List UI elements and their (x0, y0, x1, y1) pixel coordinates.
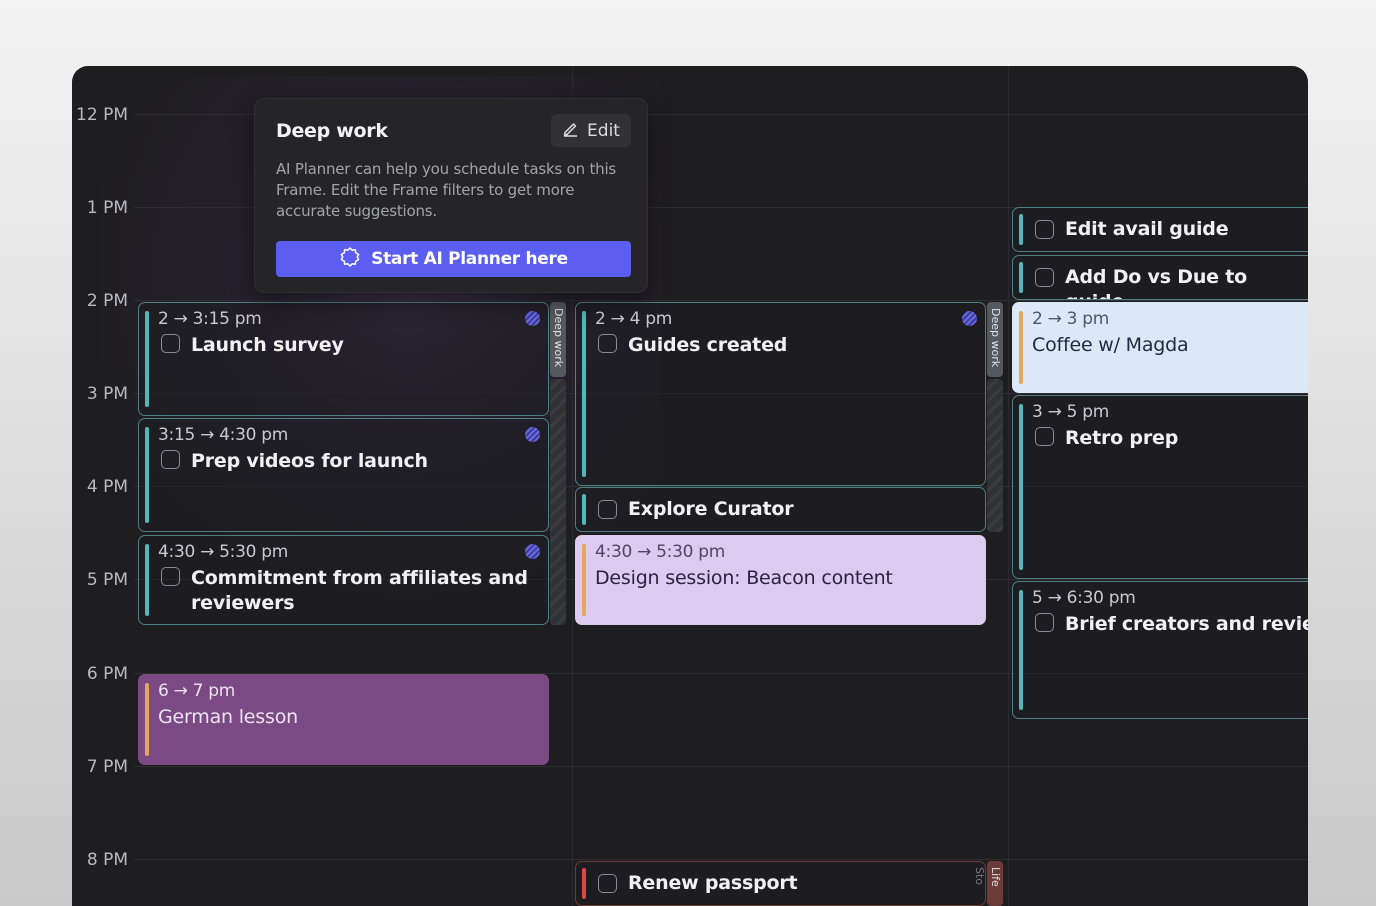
task-checkbox[interactable] (161, 334, 180, 353)
event-time: 5 → 6:30 pm (1032, 588, 1136, 608)
event-color-bar (582, 868, 586, 899)
event-card[interactable]: 3:15 → 4:30 pm Prep videos for launch (138, 418, 549, 532)
event-title: Prep videos for launch (191, 450, 428, 472)
hour-label-1pm: 1 PM (86, 198, 128, 218)
task-checkbox[interactable] (598, 873, 617, 893)
frame-tab-deep-work[interactable]: Deep work (987, 302, 1003, 377)
popover-title: Deep work (276, 120, 388, 142)
task-checkbox[interactable] (1035, 219, 1054, 239)
event-title: Edit avail guide (1065, 217, 1229, 240)
frame-tab-deep-work[interactable]: Deep work (550, 302, 566, 377)
event-card[interactable]: 2 → 3 pm Coffee w/ Magda (1012, 302, 1308, 393)
event-title: Launch survey (191, 334, 344, 356)
task-checkbox[interactable] (1035, 427, 1054, 446)
event-card[interactable]: 4:30 → 5:30 pm Design session: Beacon co… (575, 535, 986, 625)
event-title: Design session: Beacon content (595, 567, 893, 589)
event-card[interactable]: Add Do vs Due to guide (1012, 255, 1308, 300)
event-color-bar (582, 311, 586, 477)
hour-line (134, 859, 1308, 860)
event-card[interactable]: Renew passport (575, 861, 986, 906)
frame-dot-icon (525, 311, 540, 326)
frame-dot-icon (525, 544, 540, 559)
frame-dot-icon (962, 311, 977, 326)
task-checkbox[interactable] (161, 567, 180, 586)
event-title: Guides created (628, 334, 788, 356)
frame-tab-hatch (987, 379, 1003, 532)
ai-planner-icon (339, 246, 361, 273)
frame-dot-icon (525, 427, 540, 442)
task-checkbox[interactable] (1035, 613, 1054, 632)
event-time: 3:15 → 4:30 pm (158, 425, 288, 445)
event-color-bar (1019, 311, 1023, 384)
event-title: Renew passport (628, 871, 798, 894)
event-color-bar (145, 311, 149, 407)
event-time: 2 → 3 pm (1032, 309, 1110, 329)
event-card[interactable]: 6 → 7 pm German lesson (138, 674, 549, 765)
event-title: Brief creators and reviewers (1065, 613, 1308, 635)
event-title: Coffee w/ Magda (1032, 334, 1189, 356)
event-color-bar (145, 544, 149, 616)
event-card[interactable]: 3 → 5 pm Retro prep (1012, 395, 1308, 579)
event-title: Retro prep (1065, 427, 1179, 449)
hour-line (134, 300, 1308, 301)
hour-label-3pm: 3 PM (86, 384, 128, 404)
event-color-bar (1019, 590, 1023, 710)
hour-label-4pm: 4 PM (86, 477, 128, 497)
hour-label-8pm: 8 PM (86, 850, 128, 870)
event-time: 6 → 7 pm (158, 681, 236, 701)
pencil-icon (562, 120, 579, 142)
event-color-bar (582, 494, 586, 525)
event-time: 2 → 4 pm (595, 309, 673, 329)
event-card[interactable]: Edit avail guide (1012, 207, 1308, 252)
event-color-bar (1019, 404, 1023, 570)
screenshot-frame: 12 PM 1 PM 2 PM 3 PM 4 PM 5 PM 6 PM 7 PM… (0, 0, 1376, 906)
edit-button[interactable]: Edit (551, 114, 631, 147)
frame-tab-life[interactable]: Life Sto (973, 861, 1003, 906)
event-card[interactable]: 5 → 6:30 pm Brief creators and reviewers (1012, 581, 1308, 719)
event-color-bar (1019, 214, 1023, 245)
event-card[interactable]: 2 → 3:15 pm Launch survey (138, 302, 549, 416)
event-color-bar (145, 427, 149, 523)
task-checkbox[interactable] (1035, 267, 1054, 287)
event-card[interactable]: 4:30 → 5:30 pm Commitment from affiliate… (138, 535, 549, 625)
event-color-bar (1019, 262, 1023, 293)
event-title: Explore Curator (628, 497, 794, 520)
event-title: German lesson (158, 706, 298, 728)
frame-tab-hatch (550, 379, 566, 625)
event-card[interactable]: 2 → 4 pm Guides created (575, 302, 986, 486)
hour-label-7pm: 7 PM (86, 757, 128, 777)
event-color-bar (582, 544, 586, 616)
event-title: Add Do vs Due to guide (1065, 265, 1248, 300)
event-title: Commitment from affiliates and reviewers (191, 567, 528, 614)
event-color-bar (145, 683, 149, 756)
event-time: 3 → 5 pm (1032, 402, 1110, 422)
event-time: 4:30 → 5:30 pm (595, 542, 725, 562)
start-ai-planner-label: Start AI Planner here (371, 249, 568, 269)
start-ai-planner-button[interactable]: Start AI Planner here (276, 241, 631, 277)
task-checkbox[interactable] (598, 334, 617, 353)
hour-line (134, 766, 1308, 767)
edit-button-label: Edit (587, 120, 620, 141)
task-checkbox[interactable] (598, 499, 617, 519)
event-time: 2 → 3:15 pm (158, 309, 262, 329)
event-card[interactable]: Explore Curator (575, 487, 986, 532)
hour-label-6pm: 6 PM (86, 664, 128, 684)
frame-popover: Deep work Edit AI Planner can help you s… (254, 98, 648, 293)
hour-label-5pm: 5 PM (86, 570, 128, 590)
event-time: 4:30 → 5:30 pm (158, 542, 288, 562)
popover-description: AI Planner can help you schedule tasks o… (276, 160, 617, 220)
task-checkbox[interactable] (161, 450, 180, 469)
calendar-window: 12 PM 1 PM 2 PM 3 PM 4 PM 5 PM 6 PM 7 PM… (72, 66, 1308, 906)
hour-label-12pm: 12 PM (76, 105, 128, 125)
hour-label-2pm: 2 PM (86, 291, 128, 311)
